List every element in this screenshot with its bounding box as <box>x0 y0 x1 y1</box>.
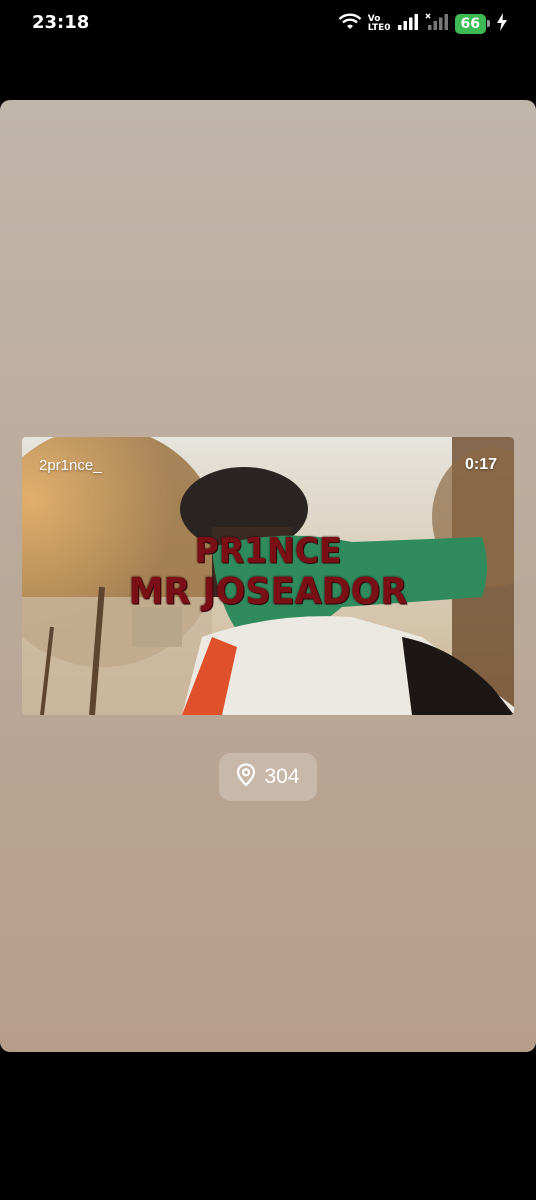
status-icons: Vo LTE0 66 <box>338 12 508 36</box>
clock: 23:18 <box>32 12 90 33</box>
no-signal-icon <box>424 12 449 36</box>
volte-label-bottom: LTE0 <box>367 23 391 33</box>
location-sticker[interactable]: 304 <box>219 753 317 801</box>
location-count: 304 <box>264 765 300 788</box>
status-bar: 23:18 Vo LTE0 66 <box>0 0 536 48</box>
video-username: 2pr1nce_ <box>39 457 102 474</box>
signal-strength-icon <box>397 13 419 36</box>
video-title-line1: PR1NCE <box>194 530 342 571</box>
video-title-line2: MR JOSEADOR <box>128 571 408 613</box>
charging-bolt-icon <box>496 12 508 36</box>
video-duration: 0:17 <box>464 456 497 473</box>
story-card: 2pr1nce_ 0:17 PR1NCE MR JOSEADOR 304 <box>0 100 536 1052</box>
wifi-icon <box>338 13 362 36</box>
video-player[interactable]: 2pr1nce_ 0:17 PR1NCE MR JOSEADOR <box>22 437 514 715</box>
map-pin-icon <box>236 762 256 792</box>
battery-indicator: 66 <box>454 14 491 34</box>
volte-indicator: Vo LTE0 <box>368 15 391 33</box>
